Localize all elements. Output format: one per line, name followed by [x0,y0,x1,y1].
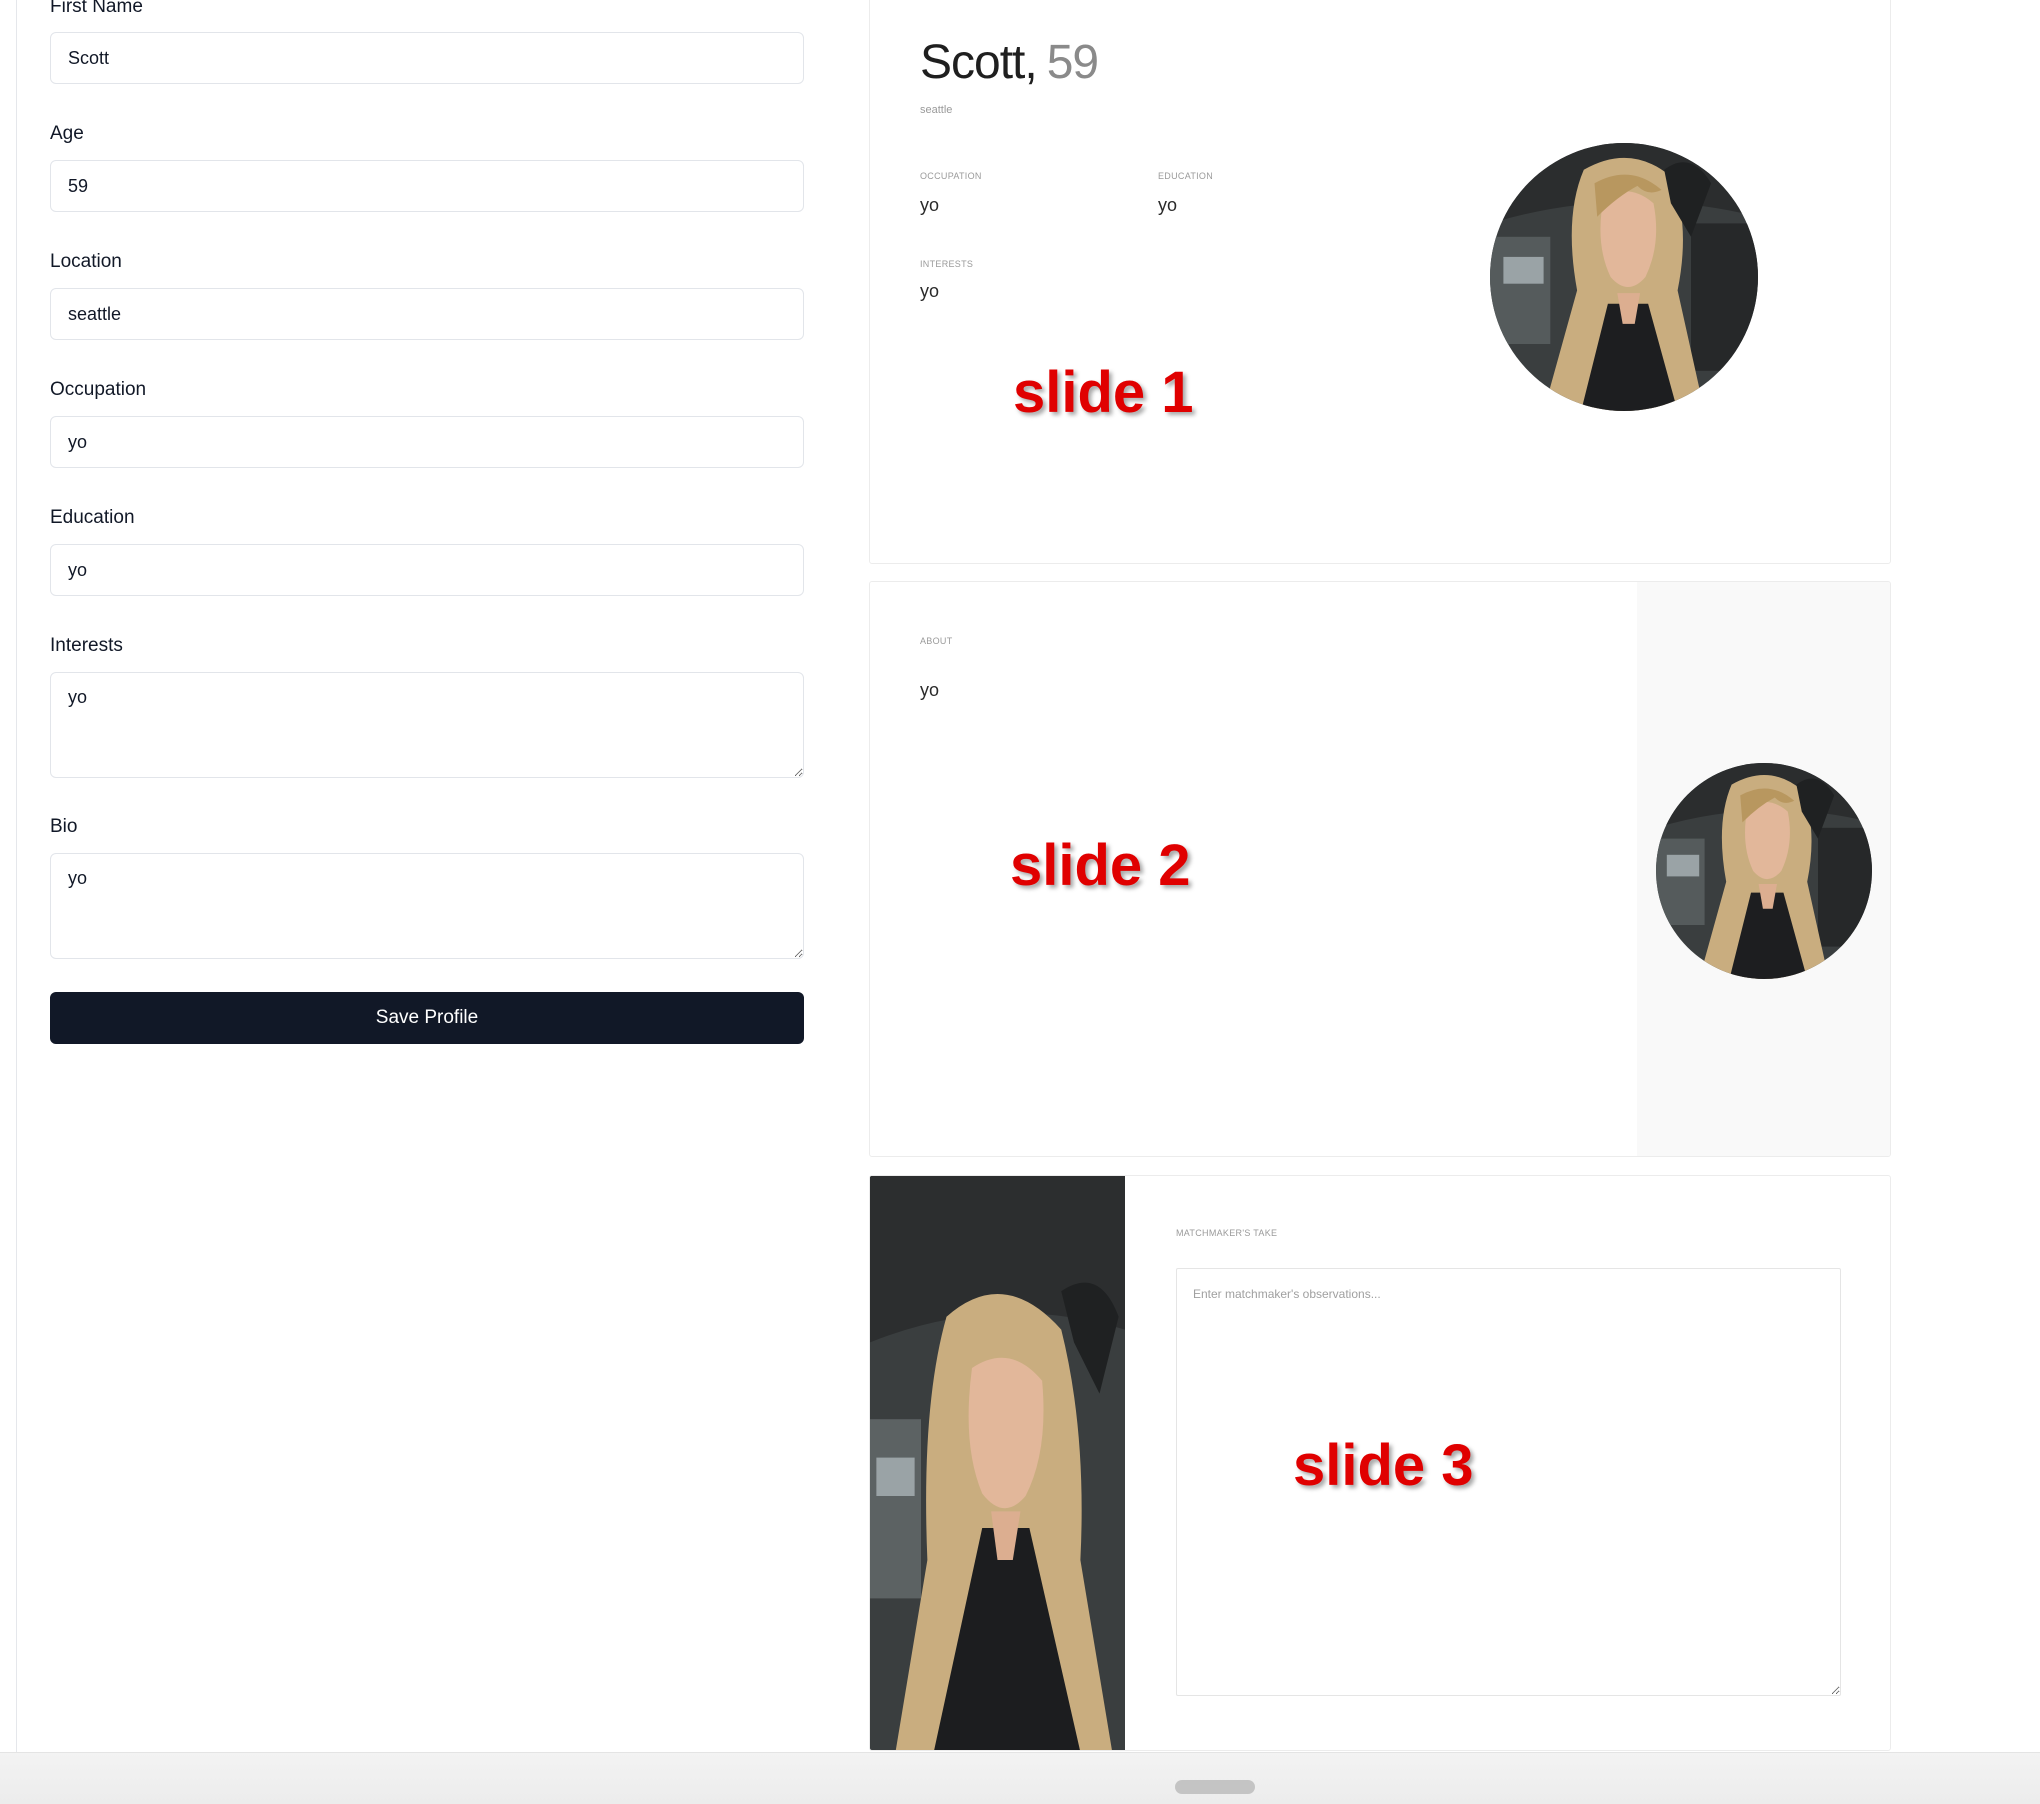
scroll-handle[interactable] [1175,1780,1255,1794]
bio-textarea[interactable]: yo [50,853,804,959]
location-label: Location [50,251,122,272]
bottom-bar [0,1752,2040,1804]
interests-caption: INTERESTS [920,259,974,269]
age-input[interactable] [50,160,804,212]
name-separator: , [1024,36,1037,89]
occupation-label: Occupation [50,379,147,400]
matchmaker-take-caption: MATCHMAKER'S TAKE [1176,1228,1278,1238]
profile-name: Scott [920,36,1025,89]
location-input[interactable] [50,288,804,340]
education-value: yo [1158,195,1178,215]
education-label: Education [50,507,135,528]
interests-label: Interests [50,635,123,656]
profile-photo-portrait [870,1176,1125,1750]
profile-age: 59 [1046,36,1099,89]
save-profile-button[interactable]: Save Profile [50,992,804,1044]
occupation-value: yo [920,195,940,215]
education-caption: EDUCATION [1158,171,1214,181]
profile-name-age: Scott, 59 [920,35,1099,90]
education-input[interactable] [50,544,804,596]
profile-photo-small-circle [1656,763,1872,979]
matchmaker-observations-textarea[interactable] [1176,1268,1841,1696]
slide-1-card: Scott, 59 seattle OCCUPATION yo EDUCATION… [869,0,1891,564]
page: First Name Age Location Occupation Educa… [0,0,2040,1804]
slide-1-annotation: slide 1 [1013,360,1194,425]
about-value: yo [920,680,940,700]
first-name-input[interactable] [50,32,804,84]
age-label: Age [50,123,84,144]
slide-2-annotation: slide 2 [1010,833,1191,898]
first-name-label: First Name [50,0,143,17]
occupation-input[interactable] [50,416,804,468]
interests-textarea[interactable]: yo [50,672,804,778]
interests-value: yo [920,281,940,301]
slide-3-card: MATCHMAKER'S TAKE slide 3 [869,1175,1891,1751]
slide-2-card: ABOUT yo slide 2 [869,581,1891,1157]
occupation-caption: OCCUPATION [920,171,982,181]
left-divider [16,0,17,1760]
profile-photo-circle [1490,143,1758,411]
profile-location: seattle [920,104,953,116]
slide-3-annotation: slide 3 [1293,1433,1474,1498]
about-caption: ABOUT [920,636,953,646]
bio-label: Bio [50,816,78,837]
